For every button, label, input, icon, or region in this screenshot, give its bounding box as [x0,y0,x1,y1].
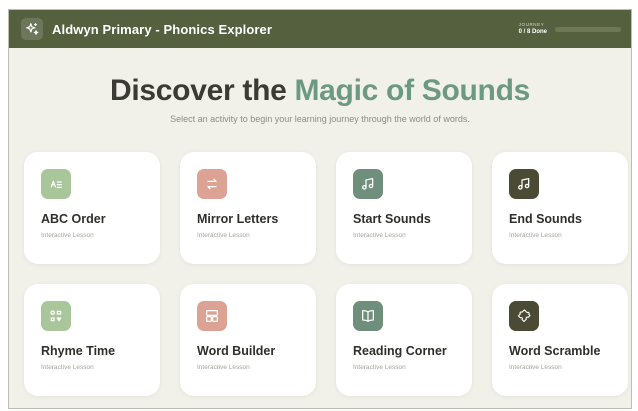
top-bar: Aldwyn Primary - Phonics Explorer JOURNE… [9,10,631,48]
activity-grid: ABC Order Interactive Lesson Mirror Letter… [24,152,628,396]
swap-arrows-icon [197,169,227,199]
journey-status: JOURNEY 0 / 8 Done [518,21,547,36]
music-note-icon [509,169,539,199]
activity-subtitle: Interactive Lesson [353,364,406,371]
activity-title: Mirror Letters [197,212,279,226]
activity-card-mirror-letters[interactable]: Mirror Letters Interactive Lesson [180,152,316,264]
activity-title: Word Scramble [509,344,601,358]
page-subtitle: Select an activity to begin your learnin… [170,114,470,124]
activity-title: Word Builder [197,344,276,358]
app-window: Aldwyn Primary - Phonics Explorer JOURNE… [8,9,632,409]
journey-value: 0 / 8 Done [518,29,547,36]
hero: Discover the Magic of Sounds Select an a… [9,74,631,124]
app-title: Aldwyn Primary - Phonics Explorer [52,21,273,37]
activity-title: Start Sounds [353,212,431,226]
music-note-icon [353,169,383,199]
sort-alpha-icon [41,169,71,199]
activity-card-abc-order[interactable]: ABC Order Interactive Lesson [24,152,160,264]
sparkles-icon [21,18,43,40]
activity-title: Reading Corner [353,344,447,358]
open-book-icon [353,301,383,331]
journey-label: JOURNEY [518,21,545,27]
activity-card-rhyme-time[interactable]: Rhyme Time Interactive Lesson [24,284,160,396]
puzzle-icon [509,301,539,331]
activity-card-word-scramble[interactable]: Word Scramble Interactive Lesson [492,284,628,396]
page-title-accent: Magic of Sounds [292,74,532,107]
activity-card-start-sounds[interactable]: Start Sounds Interactive Lesson [336,152,472,264]
activity-subtitle: Interactive Lesson [353,232,406,239]
page-title: Discover the Magic of Sounds [110,74,532,108]
activity-subtitle: Interactive Lesson [509,364,562,371]
activity-card-reading-corner[interactable]: Reading Corner Interactive Lesson [336,284,472,396]
activity-subtitle: Interactive Lesson [197,232,250,239]
activity-title: End Sounds [509,212,582,226]
activity-card-word-builder[interactable]: Word Builder Interactive Lesson [180,284,316,396]
page-title-main: Discover the [110,74,287,107]
activity-subtitle: Interactive Lesson [41,364,94,371]
journey-progress-bar [555,26,621,32]
shapes-icon [41,301,71,331]
activity-title: Rhyme Time [41,344,116,358]
activity-subtitle: Interactive Lesson [509,232,562,239]
activity-subtitle: Interactive Lesson [197,364,250,371]
activity-title: ABC Order [41,212,106,226]
activity-subtitle: Interactive Lesson [41,232,94,239]
layout-blocks-icon [197,301,227,331]
activity-card-end-sounds[interactable]: End Sounds Interactive Lesson [492,152,628,264]
